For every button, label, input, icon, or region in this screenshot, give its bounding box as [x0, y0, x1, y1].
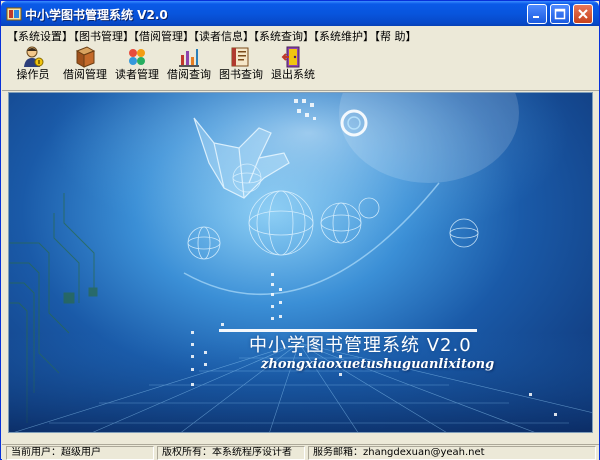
- toolbar-reader-management-button[interactable]: 读者管理: [111, 44, 163, 90]
- menu-system-settings[interactable]: 【系统设置】: [7, 28, 73, 44]
- menu-book-management[interactable]: 【图书管理】: [68, 28, 134, 44]
- banner-subtitle: zhongxiaoxuetushuguanlixitong: [261, 357, 495, 372]
- toolbar-borrow-management-button[interactable]: 借阅管理: [59, 44, 111, 90]
- minimize-icon: [533, 16, 539, 18]
- window-title: 中小学图书管理系统 V2.0: [25, 8, 168, 22]
- close-button[interactable]: [573, 4, 593, 24]
- menu-bar: 【系统设置】 【图书管理】 【借阅管理】 【读者信息】 【系统查询】 【系统维护…: [2, 26, 599, 44]
- banner-graphic: [9, 93, 592, 432]
- toolbar-exit-button[interactable]: 退出系统: [267, 44, 319, 90]
- status-copyright: 版权所有：本系统程序设计者: [157, 446, 305, 460]
- status-bar: 当前用户：超级用户 版权所有：本系统程序设计者 服务邮箱：zhangdexuan…: [2, 444, 599, 460]
- status-email: 服务邮箱：zhangdexuan@yeah.net: [308, 446, 596, 460]
- minimize-button[interactable]: [527, 4, 547, 24]
- maximize-button[interactable]: [550, 4, 570, 24]
- status-current-user: 当前用户：超级用户: [6, 446, 154, 460]
- menu-reader-info[interactable]: 【读者信息】: [188, 28, 254, 44]
- app-window: 中小学图书管理系统 V2.0 【系统设置】 【图书管理】 【借阅管理】 【读者信…: [0, 0, 600, 460]
- menu-borrow-management[interactable]: 【借阅管理】: [128, 28, 194, 44]
- banner-title: 中小学图书管理系统 V2.0: [249, 335, 472, 356]
- toolbar-book-query-button[interactable]: 图书查询: [215, 44, 267, 90]
- toolbar-borrow-query-button[interactable]: 借阅查询: [163, 44, 215, 90]
- toolbar-operator-button[interactable]: 操作员: [7, 44, 59, 90]
- toolbar-exit-label: 退出系统: [271, 68, 315, 81]
- menu-system-query[interactable]: 【系统查询】: [248, 28, 314, 44]
- banner-image: 中小学图书管理系统 V2.0 zhongxiaoxuetushuguanlixi…: [8, 92, 593, 433]
- title-bar[interactable]: 中小学图书管理系统 V2.0: [1, 1, 599, 26]
- menu-help[interactable]: 【帮 助】: [369, 28, 417, 44]
- app-icon: [6, 7, 22, 21]
- close-icon: [578, 9, 588, 19]
- toolbar: 操作员 借阅管理 读者管理 借阅查询 图书查询 退出系统: [2, 44, 599, 91]
- maximize-icon: [554, 8, 566, 20]
- menu-system-maintenance[interactable]: 【系统维护】: [308, 28, 374, 44]
